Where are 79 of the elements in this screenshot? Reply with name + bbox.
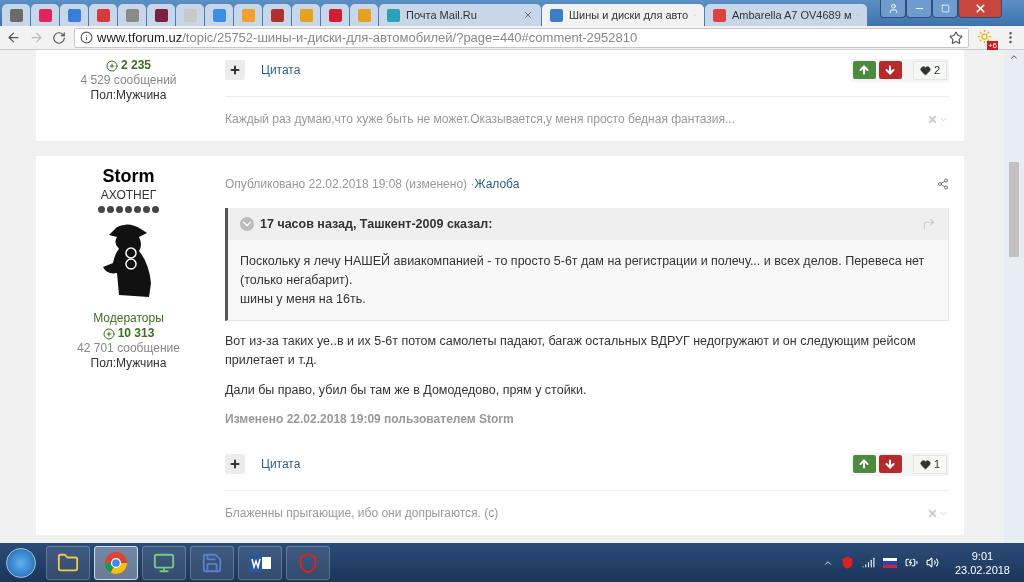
maximize-icon [940, 4, 950, 13]
quote-link[interactable]: Цитата [261, 63, 301, 77]
quote-link[interactable]: Цитата [261, 457, 301, 471]
monitor-icon [153, 551, 175, 574]
upvote-button[interactable] [852, 455, 876, 473]
multiquote-button[interactable] [225, 454, 245, 474]
reload-icon[interactable] [52, 30, 66, 45]
scrollbar-thumb[interactable] [1009, 162, 1019, 257]
multiquote-button[interactable] [225, 60, 245, 80]
report-link[interactable]: Жалоба [474, 177, 520, 191]
battery-icon[interactable] [904, 556, 918, 569]
quote-text: Поскольку я лечу НАШЕЙ авиакомпанией - то просто 5-6т дам на регистрации и полечу... и всех делов. Перевеса нет (только негабарит). [240, 252, 926, 289]
weather-extension-button[interactable]: +6 [977, 28, 995, 47]
clock[interactable]: 9:01 23.02.2018 [954, 548, 1010, 577]
signature-text: Каждый раз думаю,что хуже быть не может.Оказывается,у меня просто бедная фантазия... [225, 112, 737, 126]
browser-tab[interactable] [147, 4, 175, 26]
like-button[interactable]: 2 [912, 60, 947, 80]
start-button[interactable] [6, 547, 36, 578]
bookmark-star-icon[interactable] [949, 30, 963, 45]
post-count: 4 529 сообщений [80, 73, 177, 88]
post-date: Опубликовано 22.02.2018 19:08 (изменено) · [225, 177, 475, 191]
info-icon[interactable] [80, 31, 93, 44]
back-icon[interactable] [6, 30, 21, 45]
downvote-button[interactable] [878, 455, 902, 473]
rank-dots-icon [98, 206, 159, 213]
quote-text: шины у меня на 16ть. [240, 291, 367, 308]
edited-note: Изменено 22.02.2018 19:09 пользователем Storm [225, 412, 515, 426]
browser-tab[interactable] [263, 4, 291, 26]
post-count: 42 701 сообщение [77, 341, 180, 356]
plus-circle-icon [102, 327, 115, 340]
arrow-up-icon [858, 64, 871, 76]
browser-tab[interactable] [89, 4, 117, 26]
user-button[interactable] [880, 0, 906, 18]
author-gender: Пол:Мужчина [90, 356, 167, 371]
share-icon[interactable] [937, 178, 949, 190]
reputation-count: 10 313 [102, 326, 155, 341]
sun-icon [977, 28, 992, 44]
folder-icon [57, 551, 79, 574]
author-name[interactable]: Storm [102, 164, 155, 188]
plus-icon [229, 458, 241, 470]
browser-tab[interactable] [2, 4, 30, 26]
author-gender: Пол:Мужчина [90, 88, 167, 103]
scrollbar[interactable] [1004, 50, 1024, 543]
signature-text: Блаженны прыгающие, ибо они допрыгаются. (с) [225, 506, 500, 520]
plus-circle-icon [106, 59, 118, 72]
shield-icon[interactable] [840, 556, 854, 569]
close-button[interactable] [958, 0, 1002, 18]
flag-icon[interactable] [882, 557, 897, 568]
browser-tab[interactable]: Почта Mail.Ru [379, 4, 541, 26]
maximize-button[interactable] [932, 0, 958, 18]
minimize-button[interactable] [906, 0, 932, 18]
shield-icon [297, 551, 319, 574]
arrow-up-icon [858, 458, 871, 470]
browser-tab[interactable] [321, 4, 349, 26]
author-group: Модераторы [93, 311, 164, 326]
taskbar-app[interactable] [94, 545, 138, 580]
scroll-up-icon[interactable] [1009, 52, 1019, 62]
quote-header: 17 часов назад, Ташкент-2009 сказал: [260, 217, 494, 231]
browser-tab[interactable]: Ambarella A7 OV4689 м [705, 4, 867, 26]
browser-tab[interactable]: Шины и диски для авто [542, 4, 704, 26]
signal-icon[interactable] [861, 556, 875, 569]
reputation-count: 2 235 [106, 58, 151, 73]
arrow-down-icon [884, 458, 897, 470]
volume-icon[interactable] [925, 556, 939, 569]
browser-tab[interactable] [31, 4, 59, 26]
plus-icon [229, 64, 241, 76]
upvote-button[interactable] [852, 61, 876, 79]
post-text: Вот из-за таких уе..в и их 5-6т потом самолеты падают, багаж остальных ВДРУГ недогружают и он следующим рейсом прилетает и т.д. [225, 333, 917, 369]
document-icon [249, 551, 271, 574]
heart-icon [919, 458, 931, 470]
heart-icon [919, 64, 931, 76]
user-icon [887, 3, 899, 14]
address-field[interactable]: www.tforum.uz/topic/25752-шины-и-диски-для-автомобилей/?page=440#comment-2952810 [74, 27, 969, 48]
like-button[interactable]: 1 [912, 454, 947, 474]
browser-icon [104, 550, 128, 575]
arrow-down-icon [884, 64, 897, 76]
post-text: Дали бы право, убил бы там же в Домодедово, прям у стойки. [225, 382, 588, 399]
downvote-button[interactable] [878, 61, 902, 79]
author-rank: АХОТНЕГ [100, 188, 157, 203]
